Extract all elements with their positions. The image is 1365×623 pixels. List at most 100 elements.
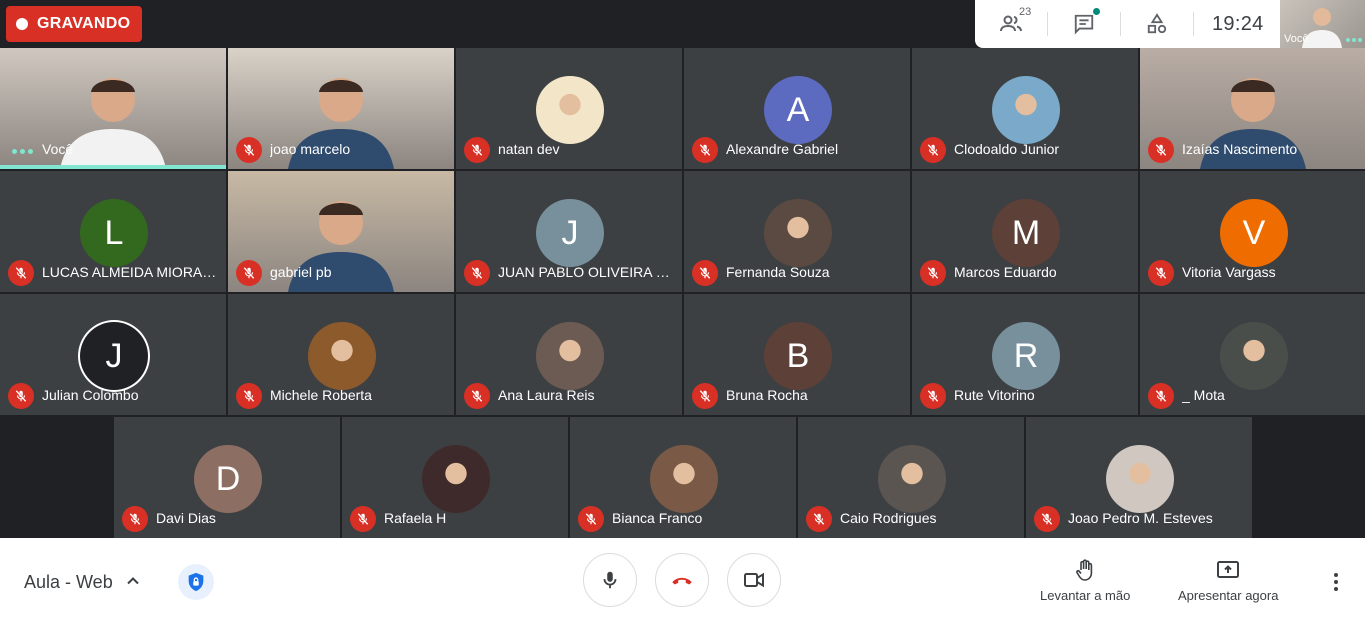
recording-label: GRAVANDO [37,15,131,32]
participant-tile[interactable]: Izaías Nascimento [1140,48,1365,169]
participant-avatar: A [764,76,832,144]
participant-name: Marcos Eduardo [954,264,1057,280]
participant-name: Rafaela H [384,510,447,526]
participant-tile[interactable]: Clodoaldo Junior [912,48,1138,169]
self-thumbnail-label: Você [1284,33,1309,45]
participant-tile[interactable]: A Alexandre Gabriel [684,48,910,169]
muted-mic-icon [692,137,718,163]
participant-tile[interactable]: Fernanda Souza [684,171,910,292]
participant-name: Você [42,141,74,157]
participant-avatar: R [992,322,1060,390]
participant-tile[interactable]: Joao Pedro M. Esteves [1026,417,1252,538]
participant-name: Joao Pedro M. Esteves [1068,510,1213,526]
participant-name: Alexandre Gabriel [726,141,839,157]
participant-tile[interactable]: V Vitoria Vargass [1140,171,1365,292]
participant-tile[interactable]: Rafaela H [342,417,568,538]
muted-mic-icon [1034,506,1060,532]
participant-avatar: D [194,445,262,513]
present-now-button[interactable]: Apresentar agora [1178,558,1278,603]
participant-avatar: B [764,322,832,390]
participant-name: Caio Rodrigues [840,510,937,526]
participant-avatar: L [80,199,148,267]
muted-mic-icon [236,383,262,409]
chat-button[interactable] [1048,8,1120,35]
participants-button[interactable]: 23 [975,6,1047,36]
muted-mic-icon [236,260,262,286]
muted-mic-icon [464,260,490,286]
chat-icon [1074,14,1094,35]
participant-tile[interactable]: Caio Rodrigues [798,417,1024,538]
participant-tile[interactable]: Ana Laura Reis [456,294,682,415]
meeting-stage: GRAVANDO 23 19:24 Você Você joao marcelo n… [0,0,1365,538]
participant-tile[interactable]: B Bruna Rocha [684,294,910,415]
audio-level-icon [1346,38,1362,42]
microphone-icon [603,571,617,589]
participant-avatar: V [1220,199,1288,267]
participant-avatar: J [80,322,148,390]
participant-tile[interactable]: M Marcos Eduardo [912,171,1138,292]
participant-name: LUCAS ALMEIDA MIORANSI [42,264,222,280]
participant-tile[interactable]: J JUAN PABLO OLIVEIRA G... [456,171,682,292]
raise-hand-button[interactable]: Levantar a mão [1040,558,1130,603]
activities-button[interactable] [1121,13,1193,35]
camera-button[interactable] [727,553,781,607]
chevron-up-icon[interactable] [123,571,143,591]
participant-avatar [992,76,1060,144]
participant-avatar [650,445,718,513]
participant-name: joao marcelo [270,141,351,157]
participant-name: _ Mota [1182,387,1225,403]
participant-video-person [60,78,166,169]
participant-tile[interactable]: gabriel pb [228,171,454,292]
participant-tile[interactable]: D Davi Dias [114,417,340,538]
leave-call-button[interactable] [655,553,709,607]
participant-avatar [536,76,604,144]
video-camera-icon [744,572,764,588]
participant-avatar [764,199,832,267]
participant-tile[interactable]: joao marcelo [228,48,454,169]
participant-tile[interactable]: L LUCAS ALMEIDA MIORANSI [0,171,226,292]
participant-name: Davi Dias [156,510,216,526]
participants-count: 23 [1019,6,1032,18]
participant-tile[interactable]: R Rute Vitorino [912,294,1138,415]
participant-tile[interactable]: _ Mota [1140,294,1365,415]
participant-tile[interactable]: Você [0,48,226,169]
present-screen-icon [1217,561,1240,578]
muted-mic-icon [1148,137,1174,163]
audio-level-icon [12,149,33,154]
participant-name: Vitoria Vargass [1182,264,1276,280]
chat-notification-dot [1093,8,1100,15]
participant-avatar [422,445,490,513]
muted-mic-icon [806,506,832,532]
host-controls-button[interactable] [178,564,214,600]
participant-name: Clodoaldo Junior [954,141,1060,157]
hang-up-icon [672,577,692,585]
meeting-title[interactable]: Aula - Web [24,572,113,593]
participant-tile[interactable]: J Julian Colombo [0,294,226,415]
participant-name: JUAN PABLO OLIVEIRA G... [498,264,678,280]
muted-mic-icon [1148,260,1174,286]
raise-hand-label: Levantar a mão [1040,588,1131,603]
participant-avatar [1106,445,1174,513]
muted-mic-icon [236,137,262,163]
participant-name: Bruna Rocha [726,387,808,403]
muted-mic-icon [122,506,148,532]
more-options-icon[interactable] [1326,570,1346,594]
participant-avatar [878,445,946,513]
muted-mic-icon [1148,383,1174,409]
recording-badge: GRAVANDO [6,6,143,42]
muted-mic-icon [920,260,946,286]
self-view-thumbnail[interactable]: Você [1280,0,1365,48]
participant-name: Rute Vitorino [954,387,1035,403]
muted-mic-icon [692,383,718,409]
present-now-label: Apresentar agora [1178,588,1279,603]
participant-tile[interactable]: natan dev [456,48,682,169]
participant-tile[interactable]: Michele Roberta [228,294,454,415]
shield-lock-icon [188,572,204,592]
raise-hand-icon [1076,559,1093,581]
muted-mic-icon [578,506,604,532]
shapes-icon [1147,13,1167,34]
participant-name: Julian Colombo [42,387,139,403]
participant-tile[interactable]: Bianca Franco [570,417,796,538]
muted-mic-icon [920,137,946,163]
microphone-button[interactable] [583,553,637,607]
